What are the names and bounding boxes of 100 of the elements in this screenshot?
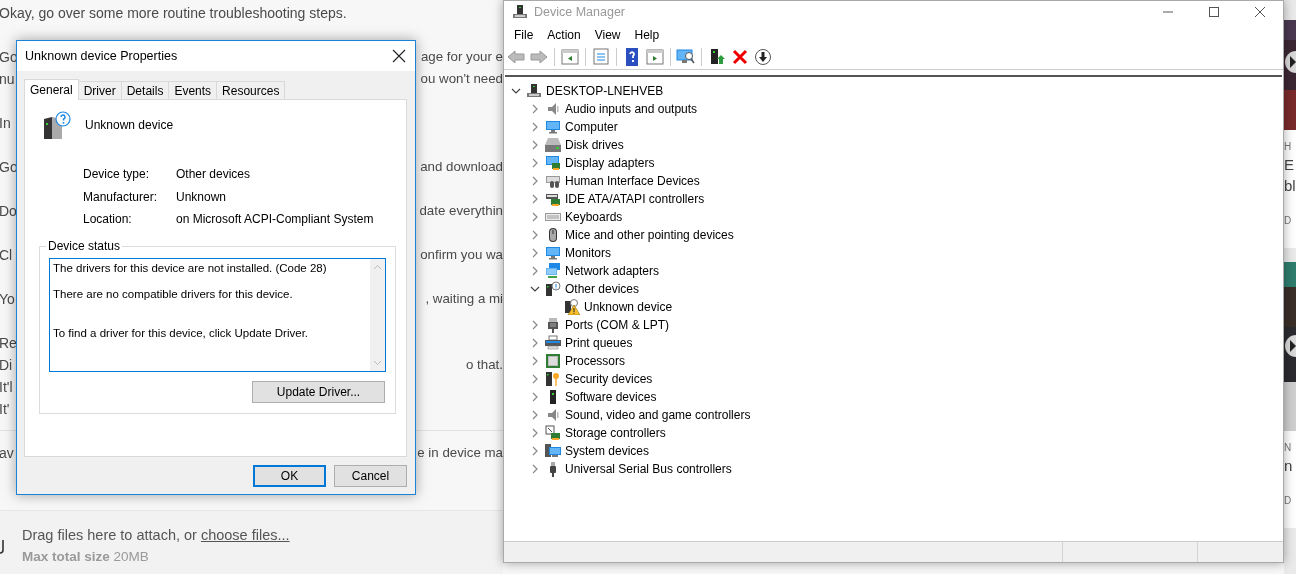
- menu-item[interactable]: View: [587, 26, 628, 45]
- input-device-icon: [545, 173, 561, 189]
- property-label: Location:: [83, 212, 133, 227]
- tree-item[interactable]: Human Interface Devices: [565, 174, 700, 188]
- article-text: Cl: [0, 246, 13, 265]
- device-name: Unknown device: [85, 118, 174, 132]
- tree-item[interactable]: Mice and other pointing devices: [565, 228, 734, 242]
- card-footer: D: [1284, 494, 1296, 508]
- tree-item[interactable]: Universal Serial Bus controllers: [565, 462, 732, 476]
- tree-item[interactable]: Software devices: [565, 390, 657, 404]
- speaker-icon: [545, 407, 561, 423]
- property-value: Unknown: [176, 189, 228, 204]
- group-label: Device status: [46, 238, 123, 253]
- close-icon[interactable]: [392, 49, 406, 63]
- expand-chevron-icon[interactable]: [530, 140, 540, 150]
- article-text: It'l: [0, 378, 13, 397]
- tree-item[interactable]: Storage controllers: [565, 426, 666, 440]
- expand-chevron-icon[interactable]: [530, 356, 540, 366]
- forward-arrow-icon[interactable]: [529, 48, 549, 66]
- expand-chevron-icon[interactable]: [530, 266, 540, 276]
- tree-item[interactable]: IDE ATA/ATAPI controllers: [565, 192, 705, 206]
- tree-item[interactable]: Security devices: [565, 372, 653, 386]
- expand-chevron-icon[interactable]: [530, 248, 540, 258]
- expand-chevron-icon[interactable]: [530, 320, 540, 330]
- expand-chevron-icon[interactable]: [530, 374, 540, 384]
- tree-item[interactable]: Audio inputs and outputs: [565, 102, 698, 116]
- card-kicker: H: [1284, 140, 1293, 154]
- expand-chevron-icon[interactable]: [530, 104, 540, 114]
- computer-icon: [526, 83, 542, 99]
- close-icon[interactable]: [1255, 7, 1265, 17]
- scan-monitor-icon[interactable]: [676, 48, 696, 66]
- disk-drive-icon: [545, 137, 561, 153]
- key-device-icon: [545, 371, 561, 387]
- expand-chevron-icon[interactable]: [530, 464, 540, 474]
- back-arrow-icon[interactable]: [506, 48, 526, 66]
- card-title[interactable]: n: [1284, 455, 1296, 476]
- card-footer: D: [1284, 214, 1296, 228]
- monitor-icon: [545, 119, 561, 135]
- article-text: Do: [0, 202, 17, 221]
- question-device-icon: [545, 281, 561, 297]
- collapse-chevron-icon[interactable]: [511, 86, 521, 96]
- network-icon: [545, 263, 561, 279]
- download-icon[interactable]: [753, 48, 773, 66]
- dialog-button[interactable]: Cancel: [334, 465, 407, 487]
- tab[interactable]: General: [24, 79, 79, 100]
- dialog-button[interactable]: OK: [253, 465, 326, 487]
- update-driver-button[interactable]: Update Driver...: [252, 380, 385, 403]
- tree-item[interactable]: Disk drives: [565, 138, 624, 152]
- card-title[interactable]: bl: [1284, 175, 1296, 196]
- article-text: Okay, go over some more routine troubleshooting steps.: [0, 4, 347, 23]
- controller-card-icon: [545, 191, 561, 207]
- pane-icon[interactable]: [560, 48, 580, 66]
- expand-chevron-icon[interactable]: [530, 158, 540, 168]
- article-text: In: [0, 114, 11, 133]
- menu-item[interactable]: Action: [540, 26, 588, 45]
- tree-item[interactable]: Network adapters: [565, 264, 660, 278]
- tree-item[interactable]: Display adapters: [565, 156, 655, 170]
- tree-item[interactable]: DESKTOP-LNEHVEB: [546, 84, 664, 98]
- expand-chevron-icon[interactable]: [530, 230, 540, 240]
- expand-chevron-icon[interactable]: [530, 446, 540, 456]
- article-text: nu: [0, 70, 15, 89]
- maximize-icon[interactable]: [1209, 7, 1219, 17]
- menu-item[interactable]: File: [507, 26, 541, 45]
- system-icon: [545, 443, 561, 459]
- monitor-icon: [545, 245, 561, 261]
- collapse-chevron-icon[interactable]: [530, 284, 540, 294]
- size-limit: Max total size 20MB: [22, 548, 150, 566]
- choose-files-link[interactable]: choose files...: [200, 527, 290, 543]
- expand-chevron-icon[interactable]: [530, 410, 540, 420]
- delete-icon[interactable]: [730, 48, 750, 66]
- tree-item[interactable]: Ports (COM & LPT): [565, 318, 669, 332]
- port-icon: [545, 317, 561, 333]
- tree-item[interactable]: Print queues: [565, 336, 633, 350]
- expand-chevron-icon[interactable]: [530, 212, 540, 222]
- menu-item[interactable]: Help: [627, 26, 667, 45]
- property-label: Device type:: [83, 167, 151, 182]
- properties-icon[interactable]: [591, 48, 611, 66]
- card-title[interactable]: E: [1284, 154, 1296, 175]
- tree-item[interactable]: Monitors: [565, 246, 611, 260]
- tree-item[interactable]: Processors: [565, 354, 626, 368]
- tab[interactable]: Resources: [216, 81, 286, 99]
- article-text: age for your e: [420, 48, 503, 66]
- expand-chevron-icon[interactable]: [530, 194, 540, 204]
- expand-chevron-icon[interactable]: [530, 176, 540, 186]
- tree-item[interactable]: Keyboards: [565, 210, 623, 224]
- expand-chevron-icon[interactable]: [530, 338, 540, 348]
- property-label: Manufacturer:: [83, 189, 159, 204]
- tree-item[interactable]: Sound, video and game controllers: [565, 408, 751, 422]
- article-text: and download: [420, 158, 503, 176]
- tree-item[interactable]: System devices: [565, 444, 650, 458]
- property-value: on Microsoft ACPI-Compliant System: [176, 212, 375, 227]
- tree-item[interactable]: Other devices: [565, 282, 640, 296]
- tree-item[interactable]: Unknown device: [584, 300, 673, 314]
- tree-item[interactable]: Computer: [565, 120, 618, 134]
- computer-icon: [512, 4, 528, 20]
- chip-icon: [545, 353, 561, 369]
- expand-chevron-icon[interactable]: [530, 428, 540, 438]
- expand-chevron-icon[interactable]: [530, 392, 540, 402]
- warning-device-icon: [564, 299, 580, 315]
- expand-chevron-icon[interactable]: [530, 122, 540, 132]
